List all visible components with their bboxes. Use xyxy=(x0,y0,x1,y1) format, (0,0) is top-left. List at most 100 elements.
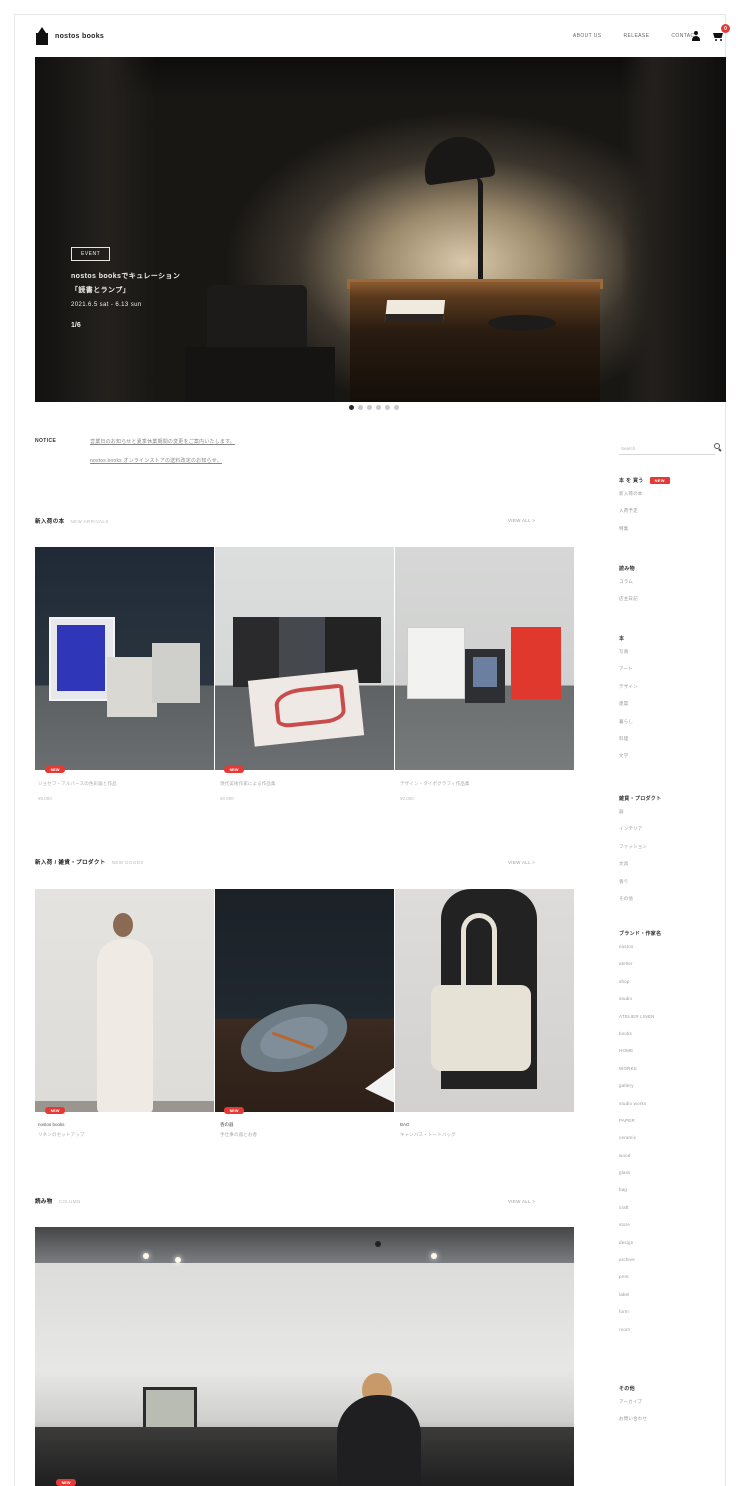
logo[interactable]: nostos books xyxy=(35,27,104,45)
sidebar-link[interactable]: 器 xyxy=(619,803,661,820)
sidebar-link[interactable]: 暮らし xyxy=(619,713,638,730)
sidebar-link[interactable]: ATELIER LINEN xyxy=(619,1008,661,1025)
cart-icon[interactable]: 0 xyxy=(712,24,730,41)
slider-dot[interactable] xyxy=(376,405,381,410)
product-price: ¥0,000 xyxy=(38,796,52,801)
product-image[interactable] xyxy=(215,889,394,1112)
product-name[interactable]: ジョセフ・アルバースの色彩論と作品 xyxy=(38,780,208,787)
sidebar-group-heading: 読み物 xyxy=(619,565,635,572)
logo-text: nostos books xyxy=(55,32,105,40)
sidebar-link[interactable]: 文学 xyxy=(619,747,638,764)
sidebar-link[interactable]: archive xyxy=(619,1251,661,1268)
section-subtitle: NEW ARRIVALS xyxy=(70,519,109,524)
new-badge: NEW xyxy=(45,1107,65,1114)
product-brand: nostos books xyxy=(38,1122,65,1127)
sidebar-link[interactable]: label xyxy=(619,1286,661,1303)
sidebar-link[interactable]: design xyxy=(619,1234,661,1251)
sidebar-group: 本 を 買う NEW 新入荷の本 入荷予定 特集 xyxy=(619,475,670,537)
sidebar-link[interactable]: WORKS xyxy=(619,1060,661,1077)
sidebar-link[interactable]: 入荷予定 xyxy=(619,502,670,519)
sidebar-group-heading: 雑貨・プロダクト xyxy=(619,795,662,802)
sidebar-link[interactable]: wood xyxy=(619,1147,661,1164)
slider-dot[interactable] xyxy=(358,405,363,410)
new-badge: NEW xyxy=(649,476,670,484)
sidebar-link[interactable]: room xyxy=(619,1321,661,1338)
sidebar-link[interactable]: PAPER xyxy=(619,1112,661,1129)
slider-dot[interactable] xyxy=(367,405,372,410)
sidebar-link[interactable]: コラム xyxy=(619,573,638,590)
view-all-goods[interactable]: VIEW ALL > xyxy=(508,860,535,865)
notice-link[interactable]: nostos books オンラインストアの送料改定のお知らせ。 xyxy=(90,457,222,464)
sidebar-link[interactable]: craft xyxy=(619,1199,661,1216)
sidebar-group-heading: 本 xyxy=(619,635,625,642)
sidebar-link[interactable]: gallery xyxy=(619,1077,661,1094)
sidebar-link[interactable]: その他 xyxy=(619,890,661,907)
product-brand: 香の器 xyxy=(220,1122,234,1127)
sidebar-link[interactable]: アート xyxy=(619,660,638,677)
logo-house-icon xyxy=(35,27,49,45)
sidebar-group: 雑貨・プロダクト器インテリア ファッション 文具 香り その他 xyxy=(619,793,661,907)
new-badge: NEW xyxy=(56,1479,76,1486)
new-badge: NEW xyxy=(224,1107,244,1114)
sidebar-link[interactable]: アーカイブ xyxy=(619,1393,647,1410)
slider-dot[interactable] xyxy=(394,405,399,410)
section-title-new-books: 新入荷の本 NEW ARRIVALS xyxy=(35,519,109,525)
sidebar-link[interactable]: store xyxy=(619,1216,661,1233)
sidebar-link[interactable]: bag xyxy=(619,1181,661,1198)
search-icon[interactable] xyxy=(714,443,722,452)
sidebar-link[interactable]: form xyxy=(619,1303,661,1320)
sidebar-group: ブランド・作家名 nostos atelier shop studio ATELIER L… xyxy=(619,928,661,1338)
sidebar-link[interactable]: デザイン xyxy=(619,678,638,695)
product-name[interactable]: 手仕事の器とお香 xyxy=(220,1131,390,1138)
sidebar-link[interactable]: 香り xyxy=(619,873,661,890)
sidebar-link[interactable]: studio xyxy=(619,990,661,1007)
view-all-new-books[interactable]: VIEW ALL > xyxy=(508,518,535,523)
product-brand: BAG xyxy=(400,1122,410,1127)
sidebar-link[interactable]: glass xyxy=(619,1164,661,1181)
search-input[interactable]: Search xyxy=(619,443,715,455)
product-image[interactable] xyxy=(395,547,574,770)
notice-link[interactable]: 営業日のお知らせと夏季休業期間の変更をご案内いたします。 xyxy=(90,438,235,445)
sidebar-link[interactable]: 料理 xyxy=(619,730,638,747)
product-image[interactable] xyxy=(215,547,394,770)
column-feature-image[interactable] xyxy=(35,1227,574,1486)
slider-dot[interactable] xyxy=(385,405,390,410)
slider-dot[interactable] xyxy=(349,405,354,410)
sidebar-link[interactable]: ceramic xyxy=(619,1129,661,1146)
slider-dots xyxy=(349,405,399,410)
sidebar-link[interactable]: 写真 xyxy=(619,643,638,660)
sidebar-link[interactable]: atelier xyxy=(619,955,661,972)
notice-label: NOTICE xyxy=(35,438,57,444)
product-name[interactable]: リネンのセットアップ xyxy=(38,1131,208,1138)
sidebar-link[interactable]: インテリア xyxy=(619,820,661,837)
header-icons: 0 xyxy=(692,22,730,50)
sidebar-link[interactable]: HOME xyxy=(619,1042,661,1059)
sidebar-link[interactable]: 建築 xyxy=(619,695,638,712)
hero-caption: EVENT nostos booksでキュレーション 「読書とランプ」 2021… xyxy=(71,247,180,329)
sidebar-link[interactable]: 店主日記 xyxy=(619,590,638,607)
sidebar-link[interactable]: 文具 xyxy=(619,855,661,872)
sidebar-link[interactable]: お問い合わせ xyxy=(619,1410,647,1427)
product-price: ¥0,000 xyxy=(220,796,234,801)
nav-about[interactable]: ABOUT US xyxy=(573,33,602,39)
sidebar-link[interactable]: nostos xyxy=(619,938,661,955)
product-image[interactable] xyxy=(35,889,214,1112)
sidebar-link[interactable]: ファッション xyxy=(619,838,661,855)
hero-slider[interactable]: EVENT nostos booksでキュレーション 「読書とランプ」 2021… xyxy=(35,57,726,402)
product-name[interactable]: キャンバス・トートバッグ xyxy=(400,1131,570,1138)
nav-release[interactable]: RELEASE xyxy=(624,33,650,39)
sidebar-link[interactable]: studio works xyxy=(619,1095,661,1112)
sidebar-group-heading: その他 xyxy=(619,1385,635,1392)
section-subtitle: COLUMN xyxy=(58,1199,81,1204)
sidebar-link[interactable]: print xyxy=(619,1268,661,1285)
product-name[interactable]: デザイン・タイポグラフィ作品集 xyxy=(400,780,570,787)
user-icon[interactable] xyxy=(692,31,700,41)
product-name[interactable]: 現代美術作家による作品集 xyxy=(220,780,390,787)
sidebar-link[interactable]: shop xyxy=(619,973,661,990)
sidebar-link[interactable]: 特集 xyxy=(619,520,670,537)
sidebar-link[interactable]: 新入荷の本 xyxy=(619,485,670,502)
view-all-column[interactable]: VIEW ALL > xyxy=(508,1199,535,1204)
sidebar-link[interactable]: books xyxy=(619,1025,661,1042)
product-image[interactable] xyxy=(35,547,214,770)
product-image[interactable] xyxy=(395,889,574,1112)
